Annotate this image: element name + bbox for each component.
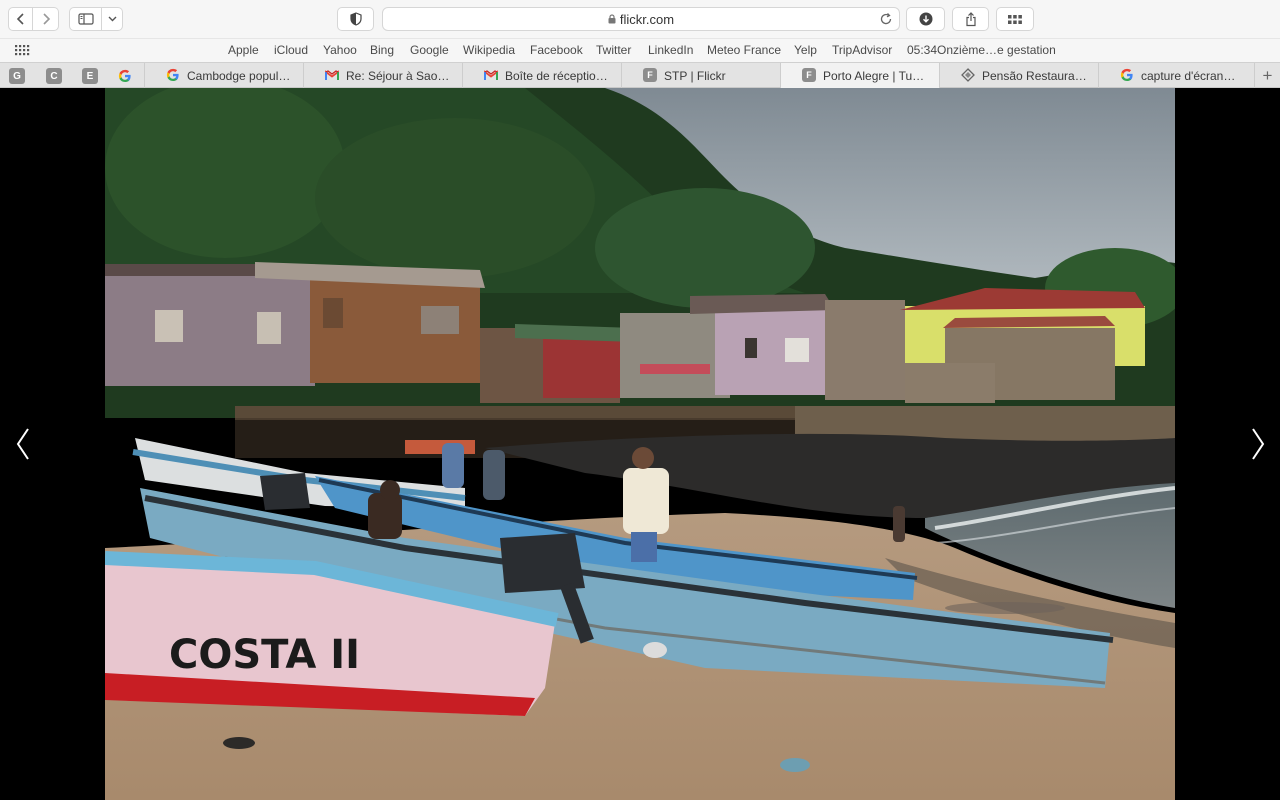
tab-sejour-sao[interactable]: Re: Séjour à Sao… [303,63,462,88]
favorite-yahoo[interactable]: Yahoo [323,43,357,57]
chevron-left-icon [16,428,29,460]
previous-photo-button[interactable] [8,424,38,464]
share-button[interactable] [952,7,989,31]
favorite-icloud[interactable]: iCloud [274,43,308,57]
favorites-bar: Apple iCloud Yahoo Bing Google Wikipedia… [0,38,1280,62]
chevron-right-icon [1252,428,1265,460]
share-icon [965,11,976,26]
favorite-twitter[interactable]: Twitter [596,43,631,57]
favorite-yelp[interactable]: Yelp [794,43,817,57]
tab-porto-alegre[interactable]: F Porto Alegre | Tu… [780,63,939,88]
pinned-tab-c[interactable]: C [46,68,62,84]
favorite-meteo-france[interactable]: Meteo France [707,43,781,57]
favorite-bing[interactable]: Bing [370,43,394,57]
sidebar-button[interactable] [69,7,102,31]
favorite-google[interactable]: Google [410,43,449,57]
tab-overview-button[interactable] [996,7,1034,31]
pensao-icon [961,68,975,82]
tab-title: STP | Flickr [664,68,726,83]
tab-title: Boîte de réceptio… [505,68,608,83]
next-photo-button[interactable] [1243,424,1273,464]
lock-icon [608,14,616,24]
favorite-wikipedia[interactable]: Wikipedia [463,43,515,57]
tab-title: Pensão Restaura… [982,68,1087,83]
google-icon [1120,68,1134,82]
new-tab-button[interactable]: + [1254,63,1280,88]
pinned-tab-google[interactable] [116,67,134,85]
tab-title: Cambodge popul… [187,68,291,83]
address-bar[interactable]: flickr.com [382,7,900,31]
favorites-grid-icon[interactable] [15,45,30,56]
tab-bar: G C E Cambodge popul… Re: Séjour à Sao… … [0,62,1280,88]
fishing-village-photo: COSTA II [105,88,1175,800]
forward-icon [42,13,50,25]
back-button[interactable] [8,7,33,31]
favorite-linkedin[interactable]: LinkedIn [648,43,693,57]
sidebar-icon [77,13,94,25]
letter-f-icon: F [802,68,816,82]
chevron-down-icon [108,16,116,22]
pinned-tab-e[interactable]: E [82,68,98,84]
pinned-tab-g[interactable]: G [9,68,25,84]
tab-capture-ecran[interactable]: capture d'écran… [1098,63,1254,88]
download-icon [919,12,932,26]
tab-title: Re: Séjour à Sao… [346,68,450,83]
tab-stp-flickr[interactable]: F STP | Flickr [621,63,780,88]
tab-cambodge[interactable]: Cambodge popul… [144,63,303,88]
tab-overview-icon [1008,14,1022,24]
photo-viewer: COSTA II [0,88,1280,800]
boat-name-text: COSTA II [169,632,360,678]
favorite-apple[interactable]: Apple [228,43,259,57]
back-icon [16,13,24,25]
downloads-button[interactable] [906,7,945,31]
google-icon [166,68,180,82]
favorite-facebook[interactable]: Facebook [530,43,583,57]
google-icon [118,69,131,82]
tab-title: Porto Alegre | Tu… [823,68,925,83]
shield-icon [349,12,362,26]
tab-boite-reception[interactable]: Boîte de réceptio… [462,63,621,88]
tab-pensao-restaurante[interactable]: Pensão Restaura… [939,63,1098,88]
favorite-tripadvisor[interactable]: TripAdvisor [832,43,892,57]
browser-toolbar: flickr.com [0,0,1280,38]
photo[interactable]: COSTA II [105,88,1175,800]
forward-button[interactable] [33,7,59,31]
letter-f-icon: F [643,68,657,82]
tab-title: capture d'écran… [1141,68,1236,83]
favorite-onzieme-gestation[interactable]: 05:34Onzième…e gestation [907,43,1056,57]
sidebar-menu-button[interactable] [102,7,123,31]
reload-icon[interactable] [879,12,893,26]
gmail-icon [325,68,339,82]
url-text: flickr.com [619,11,675,27]
gmail-icon [484,68,498,82]
privacy-report-button[interactable] [337,7,374,31]
